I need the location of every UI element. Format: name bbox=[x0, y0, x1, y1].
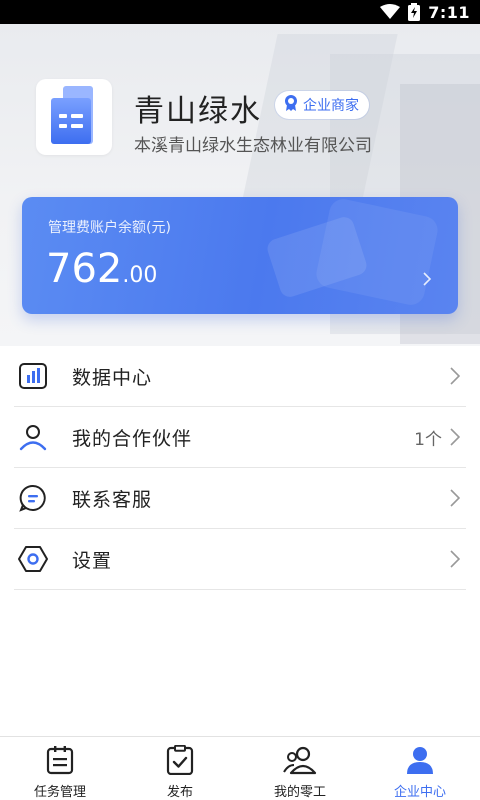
menu-item-my-partners[interactable]: 我的合作伙伴 1个 bbox=[14, 407, 466, 468]
chevron-right-icon bbox=[422, 271, 432, 290]
nav-label: 我的零工 bbox=[273, 785, 326, 800]
settings-icon bbox=[16, 542, 50, 576]
nav-item-publish[interactable]: 发布 bbox=[120, 737, 240, 800]
nav-label: 发布 bbox=[166, 785, 193, 800]
chevron-right-icon bbox=[448, 488, 462, 508]
balance-label: 管理费账户余额(元) bbox=[48, 220, 171, 236]
workers-icon bbox=[282, 745, 318, 775]
menu-item-label: 我的合作伙伴 bbox=[72, 427, 193, 450]
balance-amount: 762.00 bbox=[46, 245, 157, 300]
user-icon bbox=[16, 420, 50, 454]
task-list-icon bbox=[46, 745, 74, 775]
balance-amount-decimal: .00 bbox=[122, 263, 158, 288]
menu-item-contact-service[interactable]: 联系客服 bbox=[14, 468, 466, 529]
nav-label: 任务管理 bbox=[33, 785, 86, 800]
status-bar: 7:11 bbox=[0, 0, 480, 24]
menu-item-label: 数据中心 bbox=[72, 366, 153, 389]
chevron-right-icon bbox=[448, 366, 462, 386]
nav-item-enterprise-center[interactable]: 企业中心 bbox=[360, 737, 480, 800]
award-icon bbox=[283, 94, 299, 116]
company-short-name: 青山绿水 bbox=[134, 94, 262, 129]
balance-card[interactable]: 管理费账户余额(元) 762.00 bbox=[22, 197, 458, 314]
building-icon bbox=[49, 86, 99, 148]
company-logo bbox=[36, 79, 112, 155]
menu-item-label: 设置 bbox=[72, 549, 113, 572]
chevron-right-icon bbox=[448, 427, 462, 447]
chart-icon bbox=[16, 359, 50, 393]
menu-item-label: 联系客服 bbox=[72, 488, 153, 511]
menu-item-settings[interactable]: 设置 bbox=[14, 529, 466, 590]
status-time: 7:11 bbox=[428, 2, 470, 22]
badge-label: 企业商家 bbox=[303, 98, 359, 114]
menu-item-value: 1个 bbox=[414, 429, 442, 450]
nav-item-my-workers[interactable]: 我的零工 bbox=[240, 737, 360, 800]
battery-charging-icon bbox=[408, 3, 421, 21]
enterprise-center-screen: 7:11 青山绿水 企业商家 本溪青山绿水生态林业有限公司 管理费账户余额(元)… bbox=[0, 0, 480, 800]
nav-label: 企业中心 bbox=[393, 785, 446, 800]
wifi-icon bbox=[380, 4, 401, 20]
enterprise-badge: 企业商家 bbox=[275, 91, 369, 119]
enterprise-icon bbox=[405, 745, 435, 775]
menu-list: 数据中心 我的合作伙伴 1个 联系客服 设置 bbox=[0, 346, 480, 590]
chat-icon bbox=[16, 481, 50, 515]
nav-item-task-management[interactable]: 任务管理 bbox=[0, 737, 120, 800]
chevron-right-icon bbox=[448, 549, 462, 569]
publish-icon bbox=[166, 745, 194, 775]
bottom-nav: 任务管理 发布 我的零工 企业中心 bbox=[0, 736, 480, 800]
balance-amount-integer: 762 bbox=[46, 246, 123, 292]
menu-item-data-center[interactable]: 数据中心 bbox=[14, 346, 466, 407]
company-full-name: 本溪青山绿水生态林业有限公司 bbox=[134, 136, 372, 156]
